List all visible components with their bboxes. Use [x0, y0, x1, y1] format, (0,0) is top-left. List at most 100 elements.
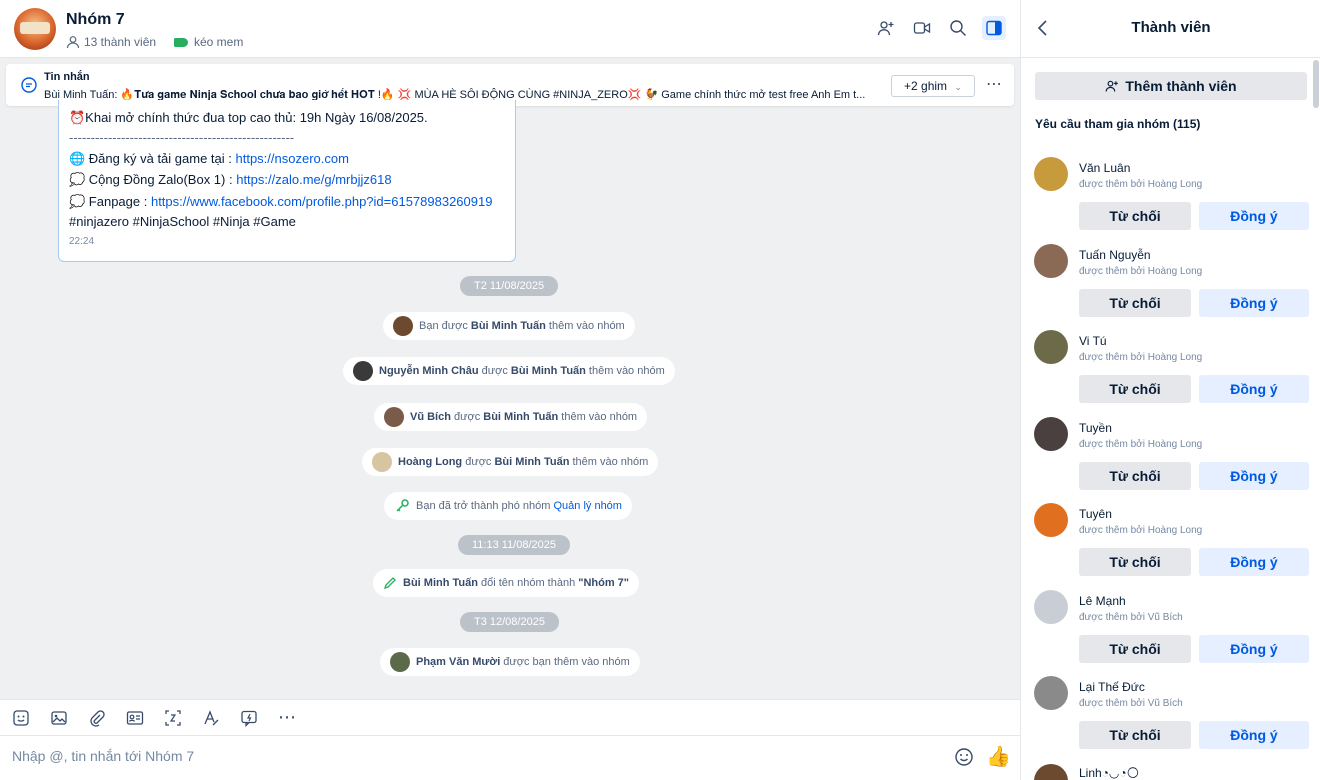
- accept-button[interactable]: Đồng ý: [1199, 288, 1309, 317]
- avatar[interactable]: [390, 652, 410, 672]
- chat-area: Nhóm 7 13 thành viên kéo mem Tin nhắn Bù…: [0, 0, 1020, 780]
- avatar[interactable]: [1034, 676, 1068, 710]
- message-line: ⏰Khai mở chính thức đua top cao thủ: 19h…: [69, 110, 428, 125]
- avatar[interactable]: [384, 407, 404, 427]
- community-label: 💭 Cộng Đồng Zalo(Box 1) :: [69, 172, 237, 187]
- join-request-item: Văn Luân được thêm bởi Hoàng Long Từ chối Đ…: [1021, 157, 1320, 243]
- accept-button[interactable]: Đồng ý: [1199, 461, 1309, 490]
- avatar[interactable]: [1034, 416, 1068, 451]
- requester-name: Lại Thế Đức: [1079, 680, 1145, 694]
- avatar[interactable]: [1034, 330, 1068, 364]
- added-by-text: được thêm bởi Vũ Bích: [1079, 698, 1183, 709]
- avatar[interactable]: [1034, 157, 1068, 191]
- message-time: 22:24: [69, 236, 95, 247]
- group-avatar[interactable]: [14, 8, 56, 50]
- video-call-icon[interactable]: [910, 16, 934, 40]
- added-by-text: được thêm bởi Hoàng Long: [1079, 525, 1203, 536]
- community-link[interactable]: https://zalo.me/g/mrbjjz618: [236, 172, 391, 187]
- thumbs-up-icon[interactable]: 👍: [986, 744, 1011, 769]
- system-message: Bạn được Bùi Minh Tuấn thêm vào nhóm: [383, 312, 635, 340]
- text-format-icon[interactable]: [200, 707, 222, 729]
- join-request-item: Tuấn Nguyễn được thêm bởi Hoàng Long Từ ch…: [1021, 243, 1320, 330]
- system-message: Bùi Minh Tuấn đổi tên nhóm thành "Nhóm 7…: [373, 569, 640, 597]
- register-link[interactable]: https://nsozero.com: [235, 151, 348, 166]
- reject-button[interactable]: Từ chối: [1079, 548, 1191, 576]
- hashtags: #ninjazero #NinjaSchool #Ninja #Game: [69, 214, 296, 229]
- pinned-count-label: +2 ghim: [904, 79, 948, 93]
- accept-button[interactable]: Đồng ý: [1199, 634, 1309, 663]
- accept-button[interactable]: Đồng ý: [1199, 721, 1309, 749]
- message-bubble[interactable]: ⏰Khai mở chính thức đua top cao thủ: 19h…: [58, 100, 516, 262]
- avatar[interactable]: [353, 361, 373, 381]
- avatar[interactable]: [1034, 764, 1068, 780]
- fanpage-label: 💭 Fanpage :: [69, 194, 151, 209]
- add-member-button[interactable]: Thêm thành viên: [1035, 72, 1307, 100]
- register-label: 🌐 Đăng ký và tải game tại :: [69, 151, 236, 166]
- reject-button[interactable]: Từ chối: [1079, 202, 1191, 230]
- system-text: Phạm Văn Mười được bạn thêm vào nhóm: [416, 656, 630, 668]
- reject-button[interactable]: Từ chối: [1079, 375, 1191, 403]
- add-member-label: Thêm thành viên: [1125, 78, 1237, 94]
- added-by-text: được thêm bởi Hoàng Long: [1079, 438, 1203, 450]
- quick-message-icon[interactable]: [238, 707, 260, 729]
- attachment-icon[interactable]: [86, 707, 108, 729]
- reject-button[interactable]: Từ chối: [1079, 721, 1191, 749]
- system-text: Bùi Minh Tuấn đổi tên nhóm thành "Nhóm 7…: [403, 577, 630, 589]
- member-count[interactable]: 13 thành viên: [66, 35, 156, 49]
- add-member-icon: [1105, 80, 1119, 92]
- date-separator: T2 11/08/2025: [460, 276, 559, 296]
- message-line: 🌐 Đăng ký và tải game tại : https://nsoz…: [69, 151, 349, 167]
- avatar[interactable]: [393, 316, 413, 336]
- join-request-item: Vi Tú được thêm bởi Hoàng Long Từ chối Đồng…: [1021, 330, 1320, 416]
- scrollbar[interactable]: [1313, 60, 1319, 108]
- avatar[interactable]: [1034, 503, 1068, 537]
- accept-button[interactable]: Đồng ý: [1199, 202, 1309, 230]
- panel-header: Thành viên: [1021, 0, 1320, 58]
- requester-name: Linh◔◡◔🌕: [1079, 766, 1140, 780]
- sticker-icon[interactable]: [10, 707, 32, 729]
- header-actions: [874, 16, 1006, 40]
- message-line: 💭 Cộng Đồng Zalo(Box 1) : https://zalo.m…: [69, 172, 392, 188]
- manage-group-link[interactable]: Quản lý nhóm: [553, 500, 621, 512]
- pencil-icon: [383, 577, 396, 590]
- image-icon[interactable]: [48, 707, 70, 729]
- tag-icon: [174, 37, 188, 47]
- requester-name: Văn Luân: [1079, 161, 1131, 175]
- date-separator: T3 12/08/2025: [460, 612, 559, 632]
- reject-button[interactable]: Từ chối: [1079, 634, 1191, 663]
- add-member-icon[interactable]: [874, 16, 898, 40]
- message-input[interactable]: [12, 748, 912, 764]
- more-icon[interactable]: ⋯: [276, 707, 298, 729]
- contact-card-icon[interactable]: [124, 707, 146, 729]
- chevron-down-icon: ⌄: [954, 82, 962, 92]
- key-icon: [396, 499, 409, 512]
- reject-button[interactable]: Từ chối: [1079, 461, 1191, 490]
- sidebar-toggle-icon[interactable]: [982, 16, 1006, 40]
- date-separator: 11:13 11/08/2025: [458, 535, 571, 555]
- fanpage-link[interactable]: https://www.facebook.com/profile.php?id=…: [151, 194, 493, 209]
- avatar[interactable]: [1034, 243, 1068, 278]
- pinned-count-button[interactable]: +2 ghim ⌄: [891, 75, 975, 97]
- zalo-window: Nhóm 7 13 thành viên kéo mem Tin nhắn Bù…: [0, 0, 1320, 780]
- tag-text: kéo mem: [194, 35, 244, 49]
- join-request-item: Tuyên được thêm bởi Hoàng Long Từ chối Đồng…: [1021, 503, 1320, 589]
- screenshot-icon[interactable]: [162, 707, 184, 729]
- requester-name: Tuyên: [1079, 507, 1112, 521]
- composer-toolbar: ⋯: [0, 699, 1020, 735]
- group-name[interactable]: Nhóm 7: [66, 11, 125, 29]
- emoji-icon[interactable]: [954, 747, 974, 772]
- chat-bubble-icon: [21, 77, 37, 93]
- group-tag[interactable]: kéo mem: [174, 35, 243, 49]
- accept-button[interactable]: Đồng ý: [1199, 548, 1309, 576]
- avatar[interactable]: [372, 452, 392, 472]
- system-text: Bạn được Bùi Minh Tuấn thêm vào nhóm: [419, 320, 625, 332]
- pinned-title: Tin nhắn: [44, 71, 90, 83]
- added-by-text: được thêm bởi Hoàng Long: [1079, 352, 1203, 363]
- join-request-item: Lê Mạnh được thêm bởi Vũ Bích Từ chối Đồng …: [1021, 589, 1320, 676]
- search-icon[interactable]: [946, 16, 970, 40]
- reject-button[interactable]: Từ chối: [1079, 288, 1191, 317]
- avatar[interactable]: [1034, 589, 1068, 624]
- more-options-icon[interactable]: ⋯: [986, 74, 1002, 94]
- member-count-text: 13 thành viên: [84, 35, 157, 49]
- accept-button[interactable]: Đồng ý: [1199, 375, 1309, 403]
